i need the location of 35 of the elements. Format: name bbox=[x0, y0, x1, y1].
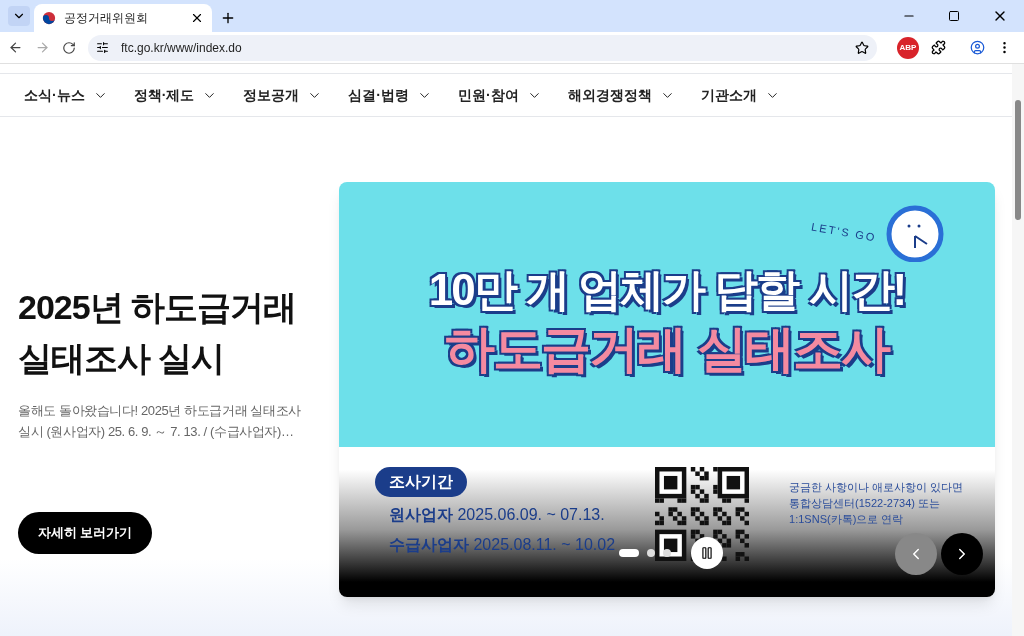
flag-emblem-icon bbox=[42, 11, 56, 25]
maximize-icon[interactable] bbox=[948, 10, 960, 22]
new-tab-icon[interactable] bbox=[220, 10, 236, 26]
address-bar[interactable]: ftc.go.kr/www/index.do bbox=[88, 34, 877, 61]
profile-icon[interactable] bbox=[970, 40, 985, 55]
extensions-icon[interactable] bbox=[931, 40, 946, 55]
site-info-icon[interactable] bbox=[96, 41, 109, 54]
pause-icon bbox=[700, 546, 714, 560]
period-line: 원사업자 2025.06.09. ~ 07.13. bbox=[389, 505, 606, 525]
nav-menu-item[interactable]: 정보공개 bbox=[243, 84, 323, 106]
period-line: 수급사업자 2025.08.11. ~ 10.02 bbox=[389, 535, 616, 555]
banner-headline: 10만 개 업체가 답할 시간! bbox=[428, 264, 906, 316]
nav-menu-item[interactable]: 해외경쟁정책 bbox=[567, 84, 675, 106]
back-icon[interactable] bbox=[8, 40, 23, 55]
period-badge: 조사기간 bbox=[375, 467, 467, 497]
nav-menu-item[interactable]: 심결·법령 bbox=[348, 84, 432, 106]
close-icon[interactable] bbox=[190, 11, 204, 25]
nav-menu-item[interactable]: 소식·뉴스 bbox=[24, 84, 108, 106]
nav-menu-item[interactable]: 기관소개 bbox=[700, 84, 780, 106]
extension-badge[interactable]: ABP bbox=[897, 36, 919, 59]
bookmark-star-icon[interactable] bbox=[855, 40, 869, 55]
reload-icon[interactable] bbox=[62, 40, 76, 55]
details-button[interactable]: 자세히 보러가기 bbox=[18, 512, 152, 554]
scrollbar[interactable] bbox=[1012, 64, 1024, 636]
banner-subhead: 하도급거래 실태조사 bbox=[445, 320, 889, 379]
tab-list-button[interactable] bbox=[8, 6, 30, 26]
hero-title: 2025년 하도급거래 실태조사 실시 bbox=[18, 287, 298, 379]
nav-menu-item[interactable]: 민원·참여 bbox=[458, 84, 542, 106]
tab-title: 공정거래위원회 bbox=[64, 10, 149, 27]
hero-summary: 올해도 돌아왔습니다! 2025년 하도급거래 실태조사 실시 (원사업자) 25. 6. 9. ～ 7. 13. / (수급사업자)… bbox=[18, 402, 302, 441]
tagline-text: LET'S GO bbox=[810, 219, 878, 246]
contact-info: 궁금한 사항이나 애로사항이 있다면 통합상담센터(1522-2734) 또는 1:1SNS(카톡)으로 연락 bbox=[789, 480, 964, 527]
browser-tab[interactable]: 공정거래위원회 bbox=[34, 4, 212, 32]
nav-menu-item[interactable]: 정책·제도 bbox=[133, 84, 218, 106]
url-text: ftc.go.kr/www/index.do bbox=[121, 39, 243, 57]
